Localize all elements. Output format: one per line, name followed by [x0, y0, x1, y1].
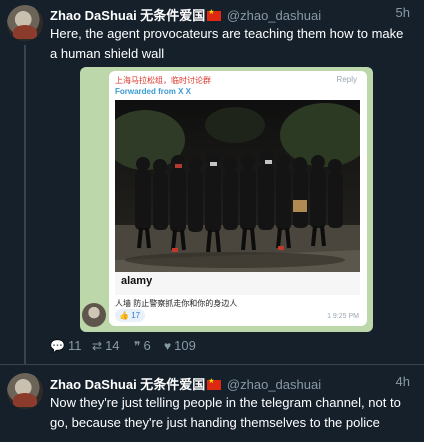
telegram-screenshot[interactable]: 上海马拉松组，临时讨论群 Reply Forwarded from X X al…: [80, 67, 373, 332]
retweet-button[interactable]: ⇄ 14: [92, 338, 120, 353]
username[interactable]: @zhao_dashuai: [227, 377, 321, 392]
like-count: 109: [174, 338, 196, 353]
quote-count: 6: [143, 338, 151, 353]
avatar[interactable]: [7, 373, 43, 409]
channel-title: 上海马拉松组，临时讨论群: [115, 76, 211, 85]
thumbs-up-icon: 👍: [119, 311, 129, 320]
tweet-header: Zhao DaShuai 无条件爱国 @zhao_dashuai: [50, 374, 321, 393]
protest-photo: alamy: [115, 100, 360, 295]
retweet-count: 14: [105, 338, 120, 353]
thread-line: [24, 45, 26, 365]
reply-label: Reply: [336, 75, 357, 84]
forwarded-label: Forwarded from X X: [115, 87, 192, 96]
message-caption: 人墙 防止警察抓走你和你的身边人: [115, 299, 238, 308]
avatar[interactable]: [7, 5, 43, 41]
message-bubble: 上海马拉松组，临时讨论群 Reply Forwarded from X X al…: [109, 71, 367, 326]
message-meta: 1 9:25 PM: [327, 313, 359, 320]
timestamp[interactable]: 5h: [396, 5, 410, 20]
reaction-badge[interactable]: 👍 17: [115, 309, 145, 322]
china-flag-icon: [207, 8, 222, 21]
tweet-text: Now they're just telling people in the t…: [50, 395, 401, 430]
heart-icon: ♥: [164, 339, 172, 353]
timestamp[interactable]: 4h: [396, 374, 410, 389]
display-name[interactable]: Zhao DaShuai 无条件爱国: [50, 8, 205, 23]
avatar: [82, 303, 106, 327]
like-button[interactable]: ♥ 109: [164, 338, 196, 353]
quote-icon: ❞: [134, 339, 141, 353]
china-flag-icon: [207, 377, 222, 390]
reply-icon: 💬: [50, 339, 65, 353]
username[interactable]: @zhao_dashuai: [227, 8, 321, 23]
display-name[interactable]: Zhao DaShuai 无条件爱国: [50, 377, 205, 392]
tweet-text: Here, the agent provocateurs are teachin…: [50, 26, 404, 61]
alamy-watermark: alamy: [121, 275, 153, 287]
reply-button[interactable]: 💬 11: [50, 338, 81, 353]
tweet-1[interactable]: Zhao DaShuai 无条件爱国 @zhao_dashuai 5h Here…: [0, 0, 424, 365]
reply-count: 11: [67, 338, 82, 353]
reaction-count: 17: [131, 311, 141, 320]
quote-button[interactable]: ❞ 6: [134, 338, 151, 353]
tweet-header: Zhao DaShuai 无条件爱国 @zhao_dashuai: [50, 5, 321, 24]
tweet-2[interactable]: Zhao DaShuai 无条件爱国 @zhao_dashuai 4h Now …: [0, 365, 424, 442]
retweet-icon: ⇄: [92, 339, 103, 353]
